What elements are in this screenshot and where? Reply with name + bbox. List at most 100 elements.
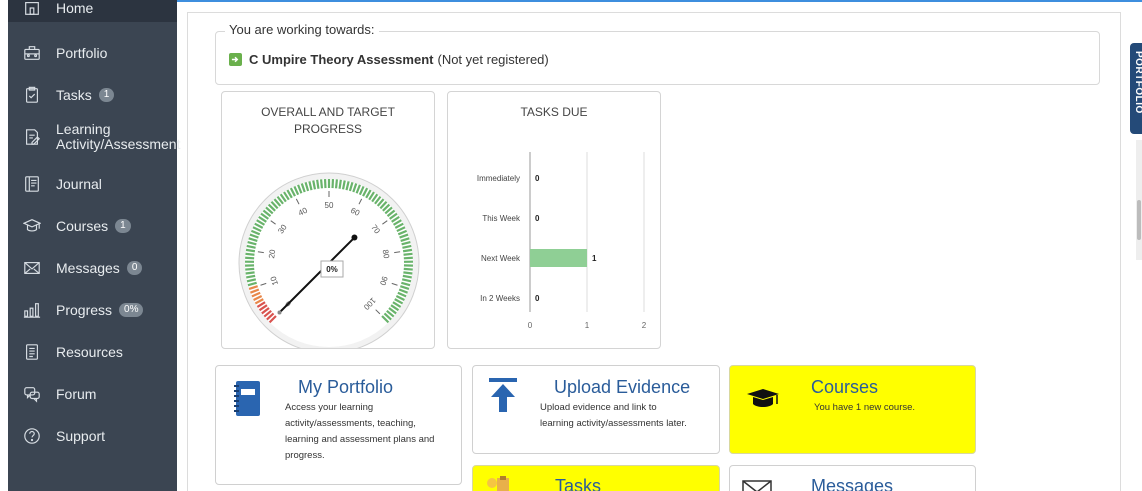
gauge-zone-tick <box>319 179 324 189</box>
sidebar-item-learning-activity[interactable]: Learning Activity/Assessment <box>8 116 180 158</box>
graduation-cap-icon <box>746 388 780 415</box>
courses-tile[interactable]: Courses You have 1 new course. <box>729 365 976 454</box>
left-edge <box>0 0 8 491</box>
portfolio-side-tab[interactable]: PORTFOLIO <box>1130 43 1142 134</box>
sidebar-item-label: Resources <box>56 343 123 360</box>
sidebar-item-resources[interactable]: Resources <box>8 331 177 373</box>
sidebar-item-label: Progress <box>56 301 113 318</box>
desc-line: Access your learning <box>285 402 374 413</box>
question-icon <box>22 426 42 446</box>
gauge-title-line1: OVERALL AND TARGET <box>261 105 395 119</box>
sidebar-item-label: Courses <box>56 217 109 234</box>
sidebar-item-label-line2: Activity/Assessment <box>56 136 181 152</box>
tasks-due-chart: 0 1 2 Immediately 0 This Week 0 Next Week 1 In 2 … <box>477 152 647 330</box>
upload-arrow-icon <box>487 377 519 418</box>
sidebar-item-label-line1: Learning <box>56 121 111 137</box>
edit-doc-icon <box>22 127 42 147</box>
notebook-icon <box>232 380 262 423</box>
gauge-zone-tick <box>403 267 413 271</box>
category-label: In 2 Weeks <box>480 294 520 303</box>
upload-evidence-title: Upload Evidence <box>554 377 691 397</box>
journal-icon <box>22 174 42 194</box>
courses-title: Courses <box>811 377 879 397</box>
top-accent-line <box>177 0 1142 2</box>
sidebar-item-label: Home <box>56 0 94 16</box>
gauge-zone-tick <box>316 179 320 189</box>
desc-line: progress. <box>285 450 325 461</box>
bar-value-label: 0 <box>535 214 540 223</box>
home-icon <box>22 0 42 18</box>
my-portfolio-title: My Portfolio <box>298 377 394 397</box>
bar-chart-icon <box>22 300 42 320</box>
desc-line: activity/assessments, teaching, <box>285 418 416 429</box>
gauge-zone-tick <box>334 179 339 189</box>
sidebar-item-courses[interactable]: Courses 1 <box>8 205 177 247</box>
clipboard-icon <box>22 85 42 105</box>
sidebar: Home Portfolio Tasks 1 Learning Activity… <box>8 0 180 491</box>
tasks-count-badge: 1 <box>98 88 115 102</box>
progress-gauge: 01020304050607080901000% <box>238 172 420 348</box>
desc-line: learning activity/assessments later. <box>540 418 687 429</box>
gauge-zone-tick <box>403 256 413 260</box>
sidebar-item-progress[interactable]: Progress 0% <box>8 289 177 331</box>
messages-tile[interactable]: Messages <box>729 465 976 491</box>
gauge-zone-tick <box>402 248 413 253</box>
gauge-zone-tick <box>245 252 255 256</box>
progress-gauge-card: OVERALL AND TARGET PROGRESS 010203040506… <box>221 91 435 349</box>
sidebar-item-tasks[interactable]: Tasks 1 <box>8 74 177 116</box>
upload-evidence-tile[interactable]: Upload Evidence Upload evidence and link… <box>472 365 720 454</box>
gauge-zone-tick <box>245 267 255 271</box>
courses-count-badge: 1 <box>115 219 131 233</box>
tasks-due-title: TASKS DUE <box>520 105 588 119</box>
gauge-zone-tick <box>246 274 256 279</box>
gauge-tick-label: 50 <box>325 201 334 210</box>
sidebar-item-label: Learning Activity/Assessment <box>56 122 180 152</box>
scrollbar-thumb[interactable] <box>1137 200 1141 240</box>
messages-title: Messages <box>811 476 894 491</box>
sidebar-item-label: Forum <box>56 385 97 402</box>
gauge-zone-tick <box>338 179 342 189</box>
working-towards-legend: You are working towards: <box>225 22 379 37</box>
sidebar-item-support[interactable]: Support <box>8 415 177 457</box>
my-portfolio-tile[interactable]: My Portfolio Access your learning activi… <box>215 365 462 485</box>
tasks-title: Tasks <box>555 476 602 491</box>
sidebar-item-messages[interactable]: Messages 0 <box>8 247 177 289</box>
my-portfolio-description: Access your learning activity/assessment… <box>285 400 434 464</box>
sidebar-item-label: Journal <box>56 175 102 192</box>
bar-value-label: 0 <box>535 174 540 183</box>
sidebar-item-home[interactable]: Home <box>8 0 177 22</box>
app-root: Home Portfolio Tasks 1 Learning Activity… <box>0 0 1142 491</box>
gauge-needle-hub <box>351 234 358 241</box>
gauge-zone-tick <box>402 274 412 279</box>
tasks-icon <box>485 474 511 491</box>
resources-icon <box>22 342 42 362</box>
sidebar-item-portfolio[interactable]: Portfolio <box>8 32 177 74</box>
tasks-tile[interactable]: Tasks <box>472 465 720 491</box>
briefcase-icon <box>22 43 42 63</box>
x-tick-label: 1 <box>585 321 590 330</box>
progress-percent-badge: 0% <box>119 303 144 317</box>
chat-icon <box>22 384 42 404</box>
category-label: Immediately <box>477 174 520 183</box>
bar[interactable] <box>530 249 587 267</box>
desc-line: learning and assessment plans and <box>285 434 435 445</box>
gauge-value-label: 0% <box>326 265 338 274</box>
sidebar-item-label: Portfolio <box>56 44 108 61</box>
graduation-cap-icon <box>22 216 42 236</box>
category-label: Next Week <box>481 254 521 263</box>
sidebar-item-journal[interactable]: Journal <box>8 163 177 205</box>
bar-value-label: 0 <box>535 294 540 303</box>
course-name[interactable]: C Umpire Theory Assessment <box>249 52 433 67</box>
gauge-zone-tick <box>245 271 255 275</box>
sidebar-item-forum[interactable]: Forum <box>8 373 177 415</box>
gauge-zone-tick <box>245 248 256 253</box>
sidebar-item-label: Support <box>56 427 106 444</box>
messages-count-badge: 0 <box>126 261 143 275</box>
gauge-zone-tick <box>403 271 413 275</box>
tasks-due-card: TASKS DUE 0 1 2 Immediately 0 This Week 0 Next … <box>447 91 661 349</box>
sidebar-item-label: Tasks <box>56 86 92 103</box>
working-towards-course[interactable]: C Umpire Theory Assessment (Not yet regi… <box>229 52 549 67</box>
courses-description: You have 1 new course. <box>814 402 916 413</box>
gauge-zone-tick <box>403 252 413 256</box>
bar-value-label: 1 <box>592 254 597 263</box>
